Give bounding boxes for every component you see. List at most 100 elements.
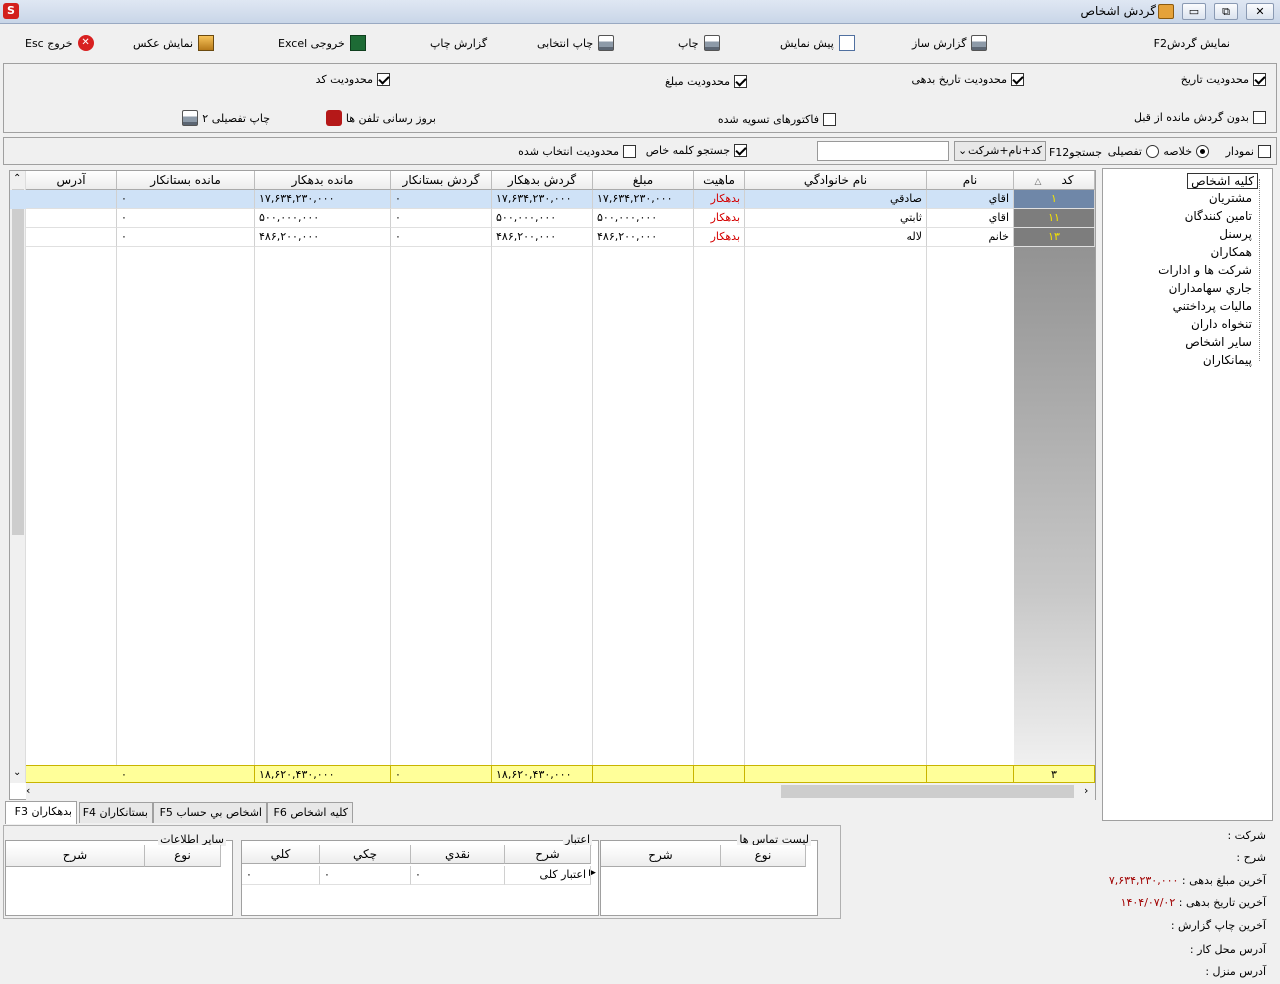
- vertical-scrollbar[interactable]: ⌃ ⌄: [10, 171, 26, 783]
- cell-credit-bal: ۰: [117, 190, 255, 209]
- tab-no-balance[interactable]: اشخاص بي حساب F5: [153, 802, 267, 823]
- amount-limit-checkbox[interactable]: محدودیت مبلغ: [665, 75, 747, 88]
- search-input[interactable]: [817, 141, 949, 161]
- credit-group: اعتبار شرح نقدي چكي كلي ▶ اعتبار کلی ۰ ۰…: [241, 833, 599, 916]
- settled-invoices-checkbox[interactable]: فاکتورهای تسویه شده: [718, 113, 836, 126]
- cell-code: ۱۱: [1014, 209, 1095, 228]
- selected-limit-check[interactable]: [623, 145, 636, 158]
- chart-check[interactable]: [1258, 145, 1271, 158]
- amount-limit-label: محدودیت مبلغ: [664, 75, 730, 88]
- table-row[interactable]: ۰ ۵۰۰,۰۰۰,۰۰۰ ۰ ۵۰۰,۰۰۰,۰۰۰ ۵۰۰,۰۰۰,۰۰۰ بدهكا…: [10, 209, 1095, 228]
- no-prev-balance-checkbox[interactable]: بدون گردش مانده از قبل: [1134, 111, 1266, 124]
- selected-limit-label: محدودیت انتخاب شده: [518, 145, 619, 158]
- tree-item[interactable]: پرسنل: [1219, 227, 1252, 241]
- scroll-up-icon[interactable]: ⌃: [13, 173, 21, 184]
- col-header-credit-turnover[interactable]: گردش بستانکار: [391, 171, 492, 190]
- detailed-radio[interactable]: تفصیلی: [1108, 145, 1159, 158]
- report-builder-label: گزارش ساز: [912, 36, 967, 50]
- tree-item[interactable]: پيمانكاران: [1203, 353, 1252, 367]
- settled-invoices-check[interactable]: [823, 113, 836, 126]
- tree-item[interactable]: كليه اشخاص: [1187, 173, 1258, 189]
- tab-debtors[interactable]: بدهكاران F3: [5, 801, 77, 824]
- print-report-label: گزارش چاپ: [430, 36, 488, 50]
- code-limit-label: محدودیت کد: [315, 73, 373, 86]
- no-prev-balance-check[interactable]: [1253, 111, 1266, 124]
- detailed-radio-dot[interactable]: [1146, 145, 1159, 158]
- cell-debit-turn: ۱۷,۶۳۴,۲۳۰,۰۰۰: [492, 190, 593, 209]
- date-limit-checkbox[interactable]: محدودیت تاریخ: [1181, 73, 1266, 86]
- print-detail2-button[interactable]: چاپ تفصیلی ۲: [182, 110, 270, 126]
- credit-col-cheque: چكي: [320, 845, 411, 864]
- other-col-desc: شرح: [6, 845, 145, 867]
- col-header-nature[interactable]: ماهیت: [694, 171, 745, 190]
- scroll-thumb-h[interactable]: [781, 785, 1074, 798]
- exit-label: خروج Esc: [25, 36, 73, 50]
- col-header-amount[interactable]: مبلغ: [593, 171, 694, 190]
- tree-item[interactable]: مشتريان: [1209, 191, 1252, 205]
- search-mode-select[interactable]: کد+نام+شرکت ⌄: [954, 141, 1046, 161]
- preview-button[interactable]: پیش نمایش: [780, 33, 855, 53]
- debt-date-limit-check[interactable]: [1011, 73, 1024, 86]
- close-button[interactable]: ✕: [1246, 3, 1274, 20]
- excel-export-button[interactable]: خروجی Excel: [278, 33, 366, 53]
- cell-name: خانم: [927, 228, 1014, 247]
- exit-button[interactable]: ✕ خروج Esc: [25, 33, 94, 53]
- tree-item[interactable]: تامين كنندگان: [1185, 209, 1252, 223]
- app-logo-icon: S: [3, 3, 19, 19]
- restore-button[interactable]: ⧉: [1214, 3, 1238, 20]
- cell-credit-turn: ۰: [391, 209, 492, 228]
- horizontal-scrollbar[interactable]: ‹ ›: [26, 783, 1095, 800]
- col-header-code[interactable]: کد △: [1014, 171, 1095, 190]
- col-header-debit-turnover[interactable]: گردش بدهکار: [492, 171, 593, 190]
- date-limit-check[interactable]: [1253, 73, 1266, 86]
- special-word-check[interactable]: [734, 144, 747, 157]
- summary-radio-dot[interactable]: [1196, 145, 1209, 158]
- show-photo-button[interactable]: نمایش عکس: [133, 33, 215, 53]
- debt-date-limit-checkbox[interactable]: محدودیت تاریخ بدهی: [911, 73, 1024, 86]
- tree-item[interactable]: شركت ها و ادارات: [1158, 263, 1252, 277]
- search-bar: نمودار خلاصه تفصیلی F12جستجو کد+نام+شرکت…: [3, 137, 1277, 165]
- scroll-left-icon[interactable]: ‹: [26, 784, 30, 797]
- amount-limit-check[interactable]: [734, 75, 747, 88]
- scroll-down-icon[interactable]: ⌄: [13, 767, 21, 778]
- report-builder-button[interactable]: گزارش ساز: [912, 33, 988, 53]
- tree-item[interactable]: تنخواه داران: [1191, 317, 1252, 331]
- selected-limit-checkbox[interactable]: محدودیت انتخاب شده: [518, 145, 636, 158]
- col-header-credit-balance[interactable]: مانده بستانکار: [117, 171, 255, 190]
- last-debt-amount: آخرین مبلغ بدهی : ۷,۶۳۴,۲۳۰,۰۰۰: [1109, 874, 1266, 887]
- tree-item[interactable]: ساير اشخاص: [1185, 335, 1252, 349]
- chart-checkbox[interactable]: نمودار: [1226, 145, 1271, 158]
- tree-item[interactable]: ماليات پرداختني: [1173, 299, 1252, 313]
- col-header-address[interactable]: آدرس: [26, 171, 117, 190]
- show-turnover-button[interactable]: نمایش گردشF2: [1154, 33, 1230, 53]
- summary-radio[interactable]: خلاصه: [1163, 145, 1209, 158]
- table-row[interactable]: ۰ ۴۸۶,۲۰۰,۰۰۰ ۰ ۴۸۶,۲۰۰,۰۰۰ ۴۸۶,۲۰۰,۰۰۰ بدهكا…: [10, 228, 1095, 247]
- code-limit-check[interactable]: [377, 73, 390, 86]
- cell-amount: ۱۷,۶۳۴,۲۳۰,۰۰۰: [593, 190, 694, 209]
- tab-creditors[interactable]: بستانكاران F4: [79, 802, 153, 823]
- special-word-checkbox[interactable]: جستجو کلمه خاص: [646, 144, 747, 157]
- print-report-button[interactable]: گزارش چاپ: [430, 33, 487, 53]
- update-phones-button[interactable]: بروز رسانی تلفن ها: [325, 110, 436, 126]
- tree-item[interactable]: جاري سهامداران: [1169, 281, 1252, 295]
- cell-amount: ۴۸۶,۲۰۰,۰۰۰: [593, 228, 694, 247]
- credit-col-desc: شرح: [505, 845, 591, 864]
- update-phones-label: بروز رسانی تلفن ها: [345, 111, 436, 125]
- tab-all-persons[interactable]: کلیه اشخاص F6: [267, 802, 353, 823]
- col-header-debit-balance[interactable]: مانده بدهکار: [255, 171, 391, 190]
- scroll-right-icon[interactable]: ›: [1084, 784, 1088, 797]
- contacts-col-type: نوع: [721, 845, 806, 867]
- grid-footer: ۰ ۱۸,۶۲۰,۴۳۰,۰۰۰ ۰ ۱۸,۶۲۰,۴۳۰,۰۰۰ ۳: [26, 765, 1095, 785]
- col-header-family[interactable]: نام خانوادگي: [745, 171, 927, 190]
- help-button[interactable]: ▭: [1182, 3, 1206, 20]
- print-selected-button[interactable]: چاپ انتخابی: [537, 33, 615, 53]
- person-group-tree: كليه اشخاص مشتريان تامين كنندگان پرسنل همكار…: [1102, 168, 1273, 821]
- tree-item[interactable]: همكاران: [1211, 245, 1253, 259]
- code-limit-checkbox[interactable]: محدودیت کد: [316, 73, 390, 86]
- last-debt-amount-value: ۷,۶۳۴,۲۳۰,۰۰۰: [1108, 874, 1179, 887]
- table-row[interactable]: ۰ ۱۷,۶۳۴,۲۳۰,۰۰۰ ۰ ۱۷,۶۳۴,۲۳۰,۰۰۰ ۱۷,۶۳۴,۲۳۰…: [10, 190, 1095, 209]
- col-header-name[interactable]: نام: [927, 171, 1014, 190]
- print-button[interactable]: چاپ: [678, 33, 720, 53]
- cell-nature: بدهكار: [694, 209, 745, 228]
- col-divider: [926, 190, 927, 784]
